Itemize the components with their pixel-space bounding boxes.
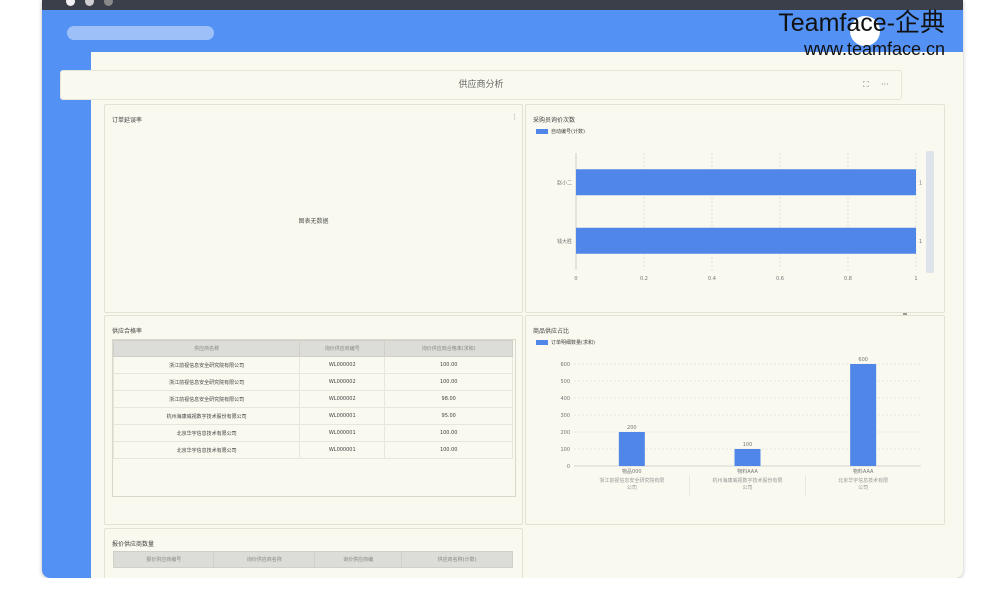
vertical-bar-chart: 0 100 200 300 400 500 600 200 物品000 浙江前视信息安全研究院有限… — [560, 357, 921, 496]
y-tick-label: 0 — [567, 464, 570, 470]
x-tick-label: 0.4 — [708, 276, 716, 282]
table-header-cell[interactable]: 询价供应商编 — [313, 551, 403, 568]
y-tick-label: 400 — [560, 396, 570, 402]
table-cell: WL000002 — [299, 390, 386, 408]
window-close-dot[interactable] — [66, 0, 75, 6]
table-header-cell[interactable]: 供应商名称 — [112, 340, 301, 357]
card-title: 订单延误率 — [112, 117, 143, 124]
x-tick-label: 1 — [914, 276, 917, 282]
y-tick-label: 200 — [560, 430, 570, 436]
window-minimize-dot[interactable] — [85, 0, 94, 6]
group-label: 北京华宇信息技术有限 — [838, 477, 888, 484]
bar — [618, 432, 645, 466]
table-cell: 100.00 — [384, 356, 513, 374]
table-row[interactable]: 浙江前视信息安全研究院有限公司 WL000002 100.00 — [112, 373, 513, 391]
table-header-cell[interactable]: 询价供应商名称 — [213, 551, 315, 568]
card-title: 供应合格率 — [112, 328, 143, 335]
page-title: 供应商分析 — [458, 80, 504, 90]
data-label: 1 — [919, 180, 922, 186]
bar — [734, 449, 761, 466]
table-cell: WL000002 — [299, 356, 386, 374]
page-bottom-margin — [0, 578, 995, 597]
table-cell: 100.00 — [384, 441, 513, 459]
table-cell: 100.00 — [384, 424, 513, 442]
window-zoom-dot[interactable] — [104, 0, 113, 6]
bar — [576, 227, 916, 254]
table-header-cell[interactable]: 询价供应商编号 — [299, 340, 386, 357]
table-cell: 北京华宇信息技术有限公司 — [112, 441, 301, 459]
empty-chart-message: 图表无数据 — [298, 218, 329, 225]
table-cell: WL000001 — [299, 441, 386, 459]
table-row[interactable]: 北京华宇信息技术有限公司 WL000001 100.00 — [112, 424, 513, 442]
data-label: 100 — [743, 442, 753, 448]
group-label-cont: 公司 — [627, 485, 637, 491]
y-tick-label: 赵小二 — [557, 179, 572, 186]
chart-zoom-slider[interactable] — [926, 151, 934, 273]
table-cell: 浙江前视信息安全研究院有限公司 — [112, 373, 301, 391]
table-cell: 100.00 — [384, 373, 513, 391]
y-tick-label: 300 — [560, 413, 570, 419]
table-cell: 95.00 — [384, 407, 513, 425]
table-cell: WL000001 — [299, 424, 386, 442]
x-tick-label: 物品000 — [622, 468, 642, 475]
x-tick-label: 0.2 — [640, 276, 648, 282]
group-label: 浙江前视信息安全研究院有限 — [599, 477, 664, 484]
bar — [576, 169, 916, 196]
card-purchaser-inquiry: 采购员询价次数 自动编号(计数) 0 0.2 0.4 0.6 0.8 1 赵小二 1 钱大胜 1 — [525, 104, 945, 313]
table-cell: 北京华宇信息技术有限公司 — [112, 424, 301, 442]
card-commodity-share: 商品供应占比 订单明细数量(求和) 0 100 200 300 400 500 600 200… — [525, 315, 945, 525]
y-tick-label: 100 — [560, 447, 570, 453]
expand-icon[interactable]: ⛶ — [863, 71, 869, 99]
table-row[interactable]: 浙江前视信息安全研究院有限公司 WL000002 100.00 — [112, 356, 513, 374]
table-cell: 98.00 — [384, 390, 513, 408]
data-label: 200 — [627, 425, 637, 431]
table-row[interactable]: 杭州海康威视数字技术股份有限公司 WL000001 95.00 — [112, 407, 513, 425]
card-order-delay-rate: 订单延误率 ⋮ 图表无数据 — [104, 104, 523, 313]
group-label-cont: 公司 — [858, 485, 868, 491]
table-cell: 浙江前视信息安全研究院有限公司 — [112, 390, 301, 408]
table-header-cell[interactable]: 报价供应商编号 — [112, 551, 215, 568]
data-label: 600 — [858, 357, 868, 363]
data-label: 1 — [919, 239, 922, 245]
x-tick-label: 0.8 — [844, 276, 852, 282]
table-cell: 杭州海康威视数字技术股份有限公司 — [112, 407, 301, 425]
dashboard-header: 供应商分析 ⛶ ··· — [60, 70, 902, 100]
table-row[interactable]: 北京华宇信息技术有限公司 WL000001 100.00 — [112, 441, 513, 459]
more-icon[interactable]: ··· — [881, 71, 889, 99]
card-supplier-pass-rate: 供应合格率 供应商名称 询价供应商编号 询价供应商合格率(求和) 浙江前视信息安全研… — [104, 315, 523, 525]
group-label-cont: 公司 — [742, 485, 752, 491]
card-title: 报价供应商数量 — [112, 541, 155, 548]
table-row[interactable]: 浙江前视信息安全研究院有限公司 WL000002 98.00 — [112, 390, 513, 408]
group-label: 杭州海康威视数字技术股份有限 — [712, 477, 782, 484]
quote-supplier-table: 报价供应商编号 询价供应商名称 询价供应商编 供应商名称(计数) — [112, 551, 513, 568]
card-menu-icon[interactable]: ⋮ — [511, 113, 518, 121]
table-cell: 浙江前视信息安全研究院有限公司 — [112, 356, 301, 374]
bar — [850, 364, 877, 466]
x-tick-label: 0.6 — [776, 276, 784, 282]
x-tick-label: 物料AAA — [737, 468, 758, 475]
y-tick-label: 钱大胜 — [557, 238, 572, 245]
y-tick-label: 600 — [560, 362, 570, 368]
sidebar — [42, 52, 91, 578]
search-input[interactable] — [67, 26, 214, 40]
y-tick-label: 500 — [560, 379, 570, 385]
x-tick-label: 0 — [574, 276, 577, 282]
x-tick-label: 物料AAA — [853, 468, 874, 475]
horizontal-bar-chart: 0 0.2 0.4 0.6 0.8 1 赵小二 1 钱大胜 1 — [557, 153, 922, 282]
table-header-cell[interactable]: 供应商名称(计数) — [401, 551, 513, 568]
supplier-pass-table: 供应商名称 询价供应商编号 询价供应商合格率(求和) 浙江前视信息安全研究院有限公司… — [112, 340, 513, 459]
watermark-brand: Teamface-企典 — [778, 9, 945, 37]
table-cell: WL000002 — [299, 373, 386, 391]
table-cell: WL000001 — [299, 407, 386, 425]
watermark: Teamface-企典 www.teamface.cn — [778, 8, 945, 60]
table-header-cell[interactable]: 询价供应商合格率(求和) — [384, 340, 513, 357]
watermark-url: www.teamface.cn — [803, 39, 945, 59]
